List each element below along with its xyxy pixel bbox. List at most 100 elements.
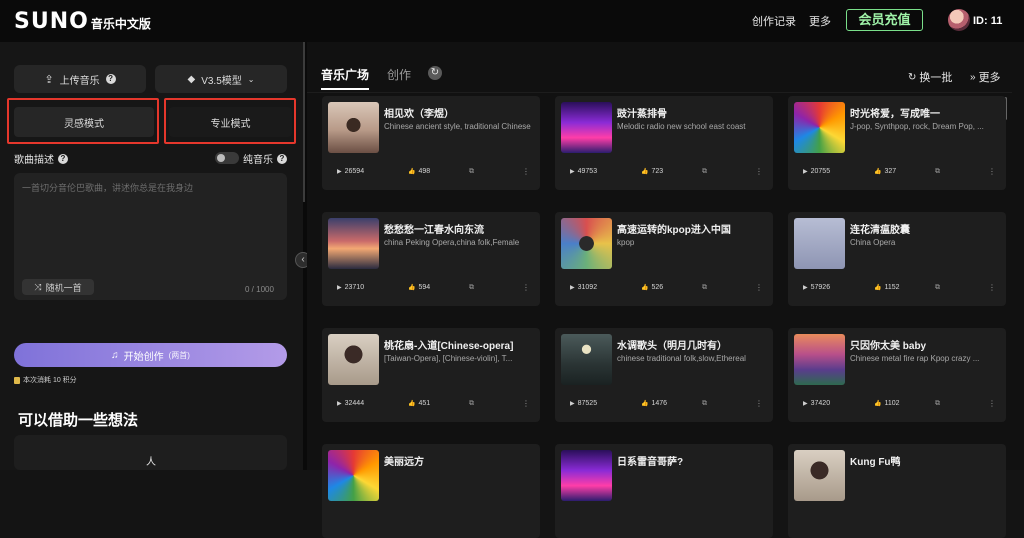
like-count-value: 526 <box>651 284 664 291</box>
song-title[interactable]: 水调歌头（明月几时有） <box>617 337 767 352</box>
like-count[interactable]: 👍 1152 <box>874 284 900 291</box>
song-title[interactable]: 愁愁愁一江春水向东流 <box>384 221 534 236</box>
song-tags: Chinese metal fire rap Kpop crazy ... <box>850 354 980 363</box>
play-count[interactable]: ▶ 37420 <box>803 400 830 407</box>
song-cover[interactable] <box>328 334 379 385</box>
song-title[interactable]: 桃花扇-入道[Chinese-opera] <box>384 337 534 352</box>
song-card[interactable]: 水调歌头（明月几时有） chinese traditional folk,slow… <box>555 328 773 422</box>
more-vertical-icon[interactable]: ⋮ <box>522 283 530 292</box>
like-count-value: 1476 <box>651 400 668 407</box>
share-icon[interactable]: ⧉ <box>935 168 940 176</box>
song-cover[interactable] <box>561 102 612 153</box>
song-title[interactable]: 美丽远方 <box>384 453 534 468</box>
play-count[interactable]: ▶ 23710 <box>337 284 364 291</box>
play-count[interactable]: ▶ 20755 <box>803 168 830 175</box>
more-vertical-icon[interactable]: ⋮ <box>988 399 996 408</box>
play-icon: ▶ <box>570 401 575 407</box>
song-card[interactable]: 只因你太美 baby Chinese metal fire rap Kpop cr… <box>788 328 1006 422</box>
song-card[interactable]: 豉汁蒸排骨 Melodic radio new school east coast… <box>555 96 773 190</box>
question-icon[interactable]: ? <box>58 153 68 164</box>
song-title[interactable]: 日系雷音哥萨? <box>617 453 767 468</box>
song-title[interactable]: 时光将爱，写成唯一 <box>850 105 1000 120</box>
like-count[interactable]: 👍 498 <box>408 168 430 175</box>
play-count-value: 20755 <box>810 168 831 175</box>
share-icon[interactable]: ⧉ <box>702 168 707 176</box>
song-cover[interactable] <box>561 334 612 385</box>
song-cover[interactable] <box>794 218 845 269</box>
question-icon[interactable]: ? <box>277 153 287 164</box>
more-vertical-icon[interactable]: ⋮ <box>988 283 996 292</box>
play-count[interactable]: ▶ 87525 <box>570 400 597 407</box>
song-title[interactable]: 豉汁蒸排骨 <box>617 105 767 120</box>
logo[interactable]: SUNO 音乐中文版 <box>14 9 151 34</box>
song-card[interactable]: 美丽远方 <box>322 444 540 538</box>
play-count[interactable]: ▶ 26594 <box>337 168 364 175</box>
play-count[interactable]: ▶ 49753 <box>570 168 597 175</box>
song-card[interactable]: 相见欢（李煜） Chinese ancient style, traditiona… <box>322 96 540 190</box>
song-title[interactable]: 只因你太美 baby <box>850 337 1000 352</box>
share-icon[interactable]: ⧉ <box>702 400 707 408</box>
share-icon[interactable]: ⧉ <box>469 168 474 176</box>
song-cover[interactable] <box>561 450 612 501</box>
sidebar-scrollbar[interactable] <box>303 42 305 202</box>
song-card[interactable]: 愁愁愁一江春水向东流 china Peking Opera,china folk,… <box>322 212 540 306</box>
share-icon[interactable]: ⧉ <box>935 284 940 292</box>
pure-music-toggle[interactable] <box>215 152 239 164</box>
song-card[interactable]: 时光将爱，写成唯一 J-pop, Synthpop, rock, Dream Po… <box>788 96 1006 190</box>
song-title[interactable]: 高速运转的kpop进入中国 <box>617 221 767 236</box>
like-count[interactable]: 👍 526 <box>641 284 663 291</box>
like-count[interactable]: 👍 594 <box>408 284 430 291</box>
song-cover[interactable] <box>561 218 612 269</box>
like-count[interactable]: 👍 723 <box>641 168 663 175</box>
share-icon[interactable]: ⧉ <box>702 284 707 292</box>
nav-more[interactable]: 更多 <box>809 13 831 29</box>
song-card[interactable]: 桃花扇-入道[Chinese-opera] [Taiwan-Opera], [Ch… <box>322 328 540 422</box>
like-count[interactable]: 👍 1476 <box>641 400 667 407</box>
start-create-label: 开始创作 <box>123 351 164 363</box>
more-vertical-icon[interactable]: ⋮ <box>522 399 530 408</box>
like-count[interactable]: 👍 327 <box>874 168 896 175</box>
like-count[interactable]: 👍 1102 <box>874 400 900 407</box>
song-card[interactable]: Kung Fu鸭 <box>788 444 1006 538</box>
start-create-button[interactable]: ♫ 开始创作 (两首) <box>14 343 287 367</box>
share-icon[interactable]: ⧉ <box>935 400 940 408</box>
tab-create[interactable]: 创作 <box>387 66 411 83</box>
more-vertical-icon[interactable]: ⋮ <box>988 167 996 176</box>
song-cover[interactable] <box>794 450 845 501</box>
song-card[interactable]: 连花清瘟胶囊 China Opera ▶ 57926 👍 1152 ⧉ ⋮ <box>788 212 1006 306</box>
song-cover[interactable] <box>794 334 845 385</box>
nav-creation-records[interactable]: 创作记录 <box>752 13 796 29</box>
more-vertical-icon[interactable]: ⋮ <box>755 283 763 292</box>
model-select[interactable]: ◆ V3.5模型 ⌄ <box>155 65 287 93</box>
more-button[interactable]: » 更多 <box>970 69 1001 85</box>
play-icon: ▶ <box>570 169 575 175</box>
vip-recharge-button[interactable]: 会员充值 <box>846 9 923 31</box>
more-vertical-icon[interactable]: ⋮ <box>755 399 763 408</box>
thumbs-up-icon: 👍 <box>874 285 882 291</box>
question-icon[interactable]: ? <box>105 74 116 84</box>
song-cover[interactable] <box>328 450 379 501</box>
share-icon[interactable]: ⧉ <box>469 284 474 292</box>
idea-item[interactable]: 人 <box>146 453 156 468</box>
song-title[interactable]: Kung Fu鸭 <box>850 453 1000 468</box>
play-count[interactable]: ▶ 31092 <box>570 284 597 291</box>
song-cover[interactable] <box>328 218 379 269</box>
more-vertical-icon[interactable]: ⋮ <box>522 167 530 176</box>
shuffle-batch-button[interactable]: ↻ 换一批 <box>908 69 952 85</box>
play-count[interactable]: ▶ 57926 <box>803 284 830 291</box>
tab-music-square[interactable]: 音乐广场 <box>321 66 370 90</box>
refresh-icon[interactable]: ↻ <box>428 66 442 80</box>
random-song-button[interactable]: ⤨ 随机一首 <box>22 279 94 295</box>
play-count[interactable]: ▶ 32444 <box>337 400 364 407</box>
share-icon[interactable]: ⧉ <box>469 400 474 408</box>
song-cover[interactable] <box>794 102 845 153</box>
like-count[interactable]: 👍 451 <box>408 400 430 407</box>
song-card[interactable]: 高速运转的kpop进入中国 kpop ▶ 31092 👍 526 ⧉ ⋮ <box>555 212 773 306</box>
avatar[interactable] <box>948 9 970 31</box>
song-title[interactable]: 相见欢（李煜） <box>384 105 534 120</box>
upload-music-button[interactable]: ⇪ 上传音乐 ? <box>14 65 146 93</box>
song-cover[interactable] <box>328 102 379 153</box>
more-vertical-icon[interactable]: ⋮ <box>755 167 763 176</box>
song-card[interactable]: 日系雷音哥萨? <box>555 444 773 538</box>
song-title[interactable]: 连花清瘟胶囊 <box>850 221 1000 236</box>
